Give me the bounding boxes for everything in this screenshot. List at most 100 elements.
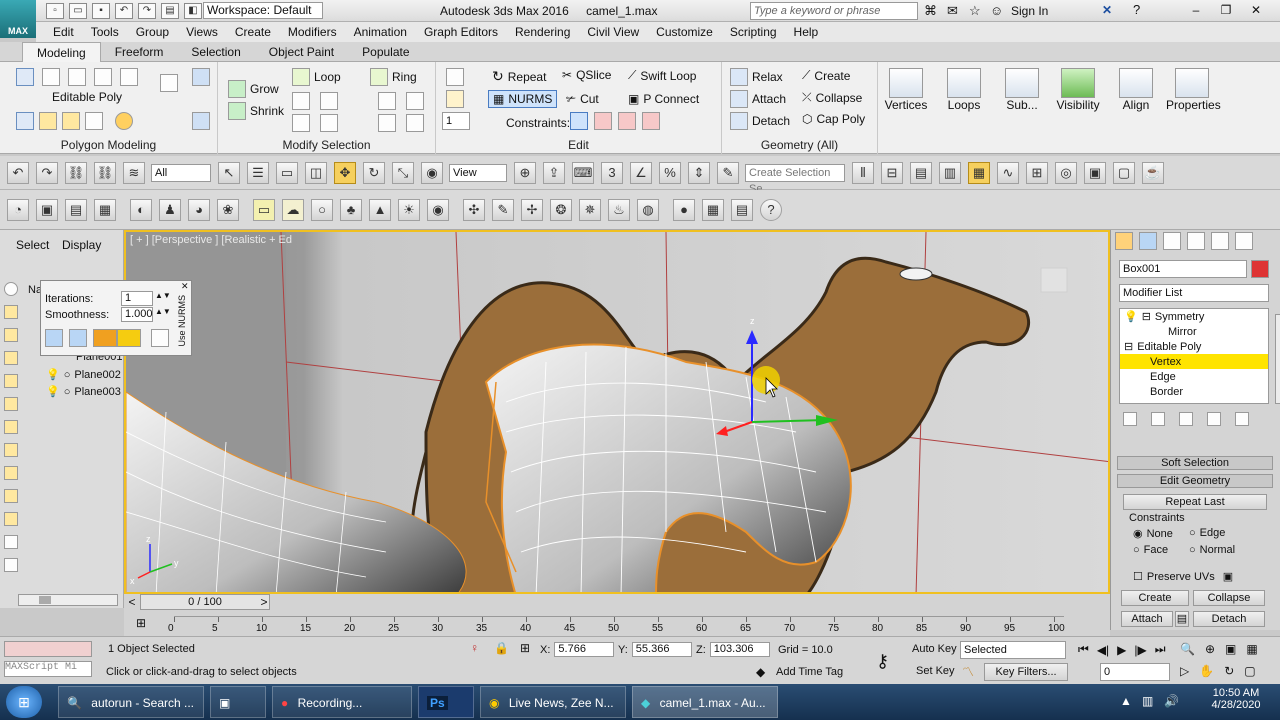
restore-icon[interactable]: ❐	[1215, 2, 1237, 18]
explorer-tab-select[interactable]: Select	[16, 238, 49, 252]
display-none-icon[interactable]	[4, 282, 18, 296]
swift-loop-button[interactable]: ⟋ Swift Loop	[628, 68, 696, 83]
toggle-scene-explorer-icon[interactable]: ▤	[910, 161, 932, 184]
panel-title-edit[interactable]: Edit	[436, 138, 721, 152]
edit-spinner[interactable]: 1	[442, 112, 470, 130]
loops-button[interactable]: Loops	[938, 68, 990, 112]
camera-icon[interactable]: ◔	[7, 198, 29, 221]
collapse-button[interactable]: ⤫ Collapse	[802, 90, 862, 105]
menu-group[interactable]: Group	[136, 25, 169, 39]
constraint-none-icon[interactable]	[570, 112, 588, 130]
utilities-tab-icon[interactable]	[1235, 232, 1253, 250]
save-icon[interactable]: ▪	[92, 3, 110, 19]
favorites-icon[interactable]: ☆	[969, 3, 981, 19]
display-bones-icon[interactable]	[4, 489, 18, 503]
rendered-frame-icon[interactable]: ▢	[1113, 161, 1135, 184]
named-selection-set-dropdown[interactable]: Create Selection Se	[745, 163, 845, 195]
shrink-ring-icon[interactable]	[406, 92, 424, 110]
viewport-scene[interactable]: z z y x	[126, 232, 1110, 594]
previous-frame-icon[interactable]: ◀|	[1097, 643, 1109, 657]
bulb-icon[interactable]: 💡	[1124, 310, 1138, 323]
vertices-button[interactable]: Vertices	[880, 68, 932, 112]
keyboard-shortcut-icon[interactable]: ⌨	[572, 161, 594, 184]
rectangular-selection-icon[interactable]: ▭	[276, 161, 298, 184]
hold-icon[interactable]: ◧	[184, 3, 202, 19]
display-lights-icon[interactable]	[4, 351, 18, 365]
shrink-button[interactable]: Shrink	[228, 102, 284, 120]
key-filters-button[interactable]: Key Filters...	[984, 663, 1068, 681]
workspace-dropdown[interactable]: Workspace: Default	[203, 2, 323, 19]
select-object-icon[interactable]: ↖	[218, 161, 240, 184]
loop-mode-icon[interactable]	[292, 114, 310, 132]
constraint-face-icon[interactable]	[618, 112, 636, 130]
stack-item-vertex[interactable]: Vertex	[1120, 354, 1268, 369]
nurms-button[interactable]: ▦ NURMS	[488, 90, 558, 108]
caddy-color2-swatch[interactable]	[117, 329, 141, 347]
display-tab-icon[interactable]	[1211, 232, 1229, 250]
close-icon[interactable]: ✕	[1245, 2, 1267, 18]
figure-icon[interactable]: ♟	[159, 198, 181, 221]
ball-icon[interactable]: ●	[673, 198, 695, 221]
list-item[interactable]: 💡 ○ Plane003	[46, 385, 121, 399]
film-icon[interactable]: ▦	[94, 198, 116, 221]
properties-button[interactable]: Properties	[1166, 68, 1221, 112]
qslice-button[interactable]: ✂ QSlice	[562, 68, 611, 82]
polygon-mode-icon[interactable]	[94, 68, 112, 86]
render-setup-icon[interactable]: ▣	[1084, 161, 1106, 184]
task-chrome[interactable]: ◉ Live News, Zee N...	[480, 686, 626, 718]
go-to-start-icon[interactable]: ⏮	[1078, 642, 1089, 657]
communication-icon[interactable]: ✉	[947, 3, 958, 19]
menu-tools[interactable]: Tools	[91, 25, 119, 39]
detach-button[interactable]: Detach	[730, 112, 790, 130]
spinner-snap-icon[interactable]: ⇕	[688, 161, 710, 184]
application-button[interactable]: MAX	[0, 0, 36, 38]
coord-z-field[interactable]: 103.306	[709, 642, 770, 657]
render-production-icon[interactable]: ☕	[1142, 161, 1164, 184]
constraint-edge-icon[interactable]	[594, 112, 612, 130]
task-photoshop[interactable]: Ps	[418, 686, 474, 718]
sun-icon[interactable]: ☀	[398, 198, 420, 221]
cut-button[interactable]: ✃ Cut	[566, 92, 599, 106]
isolate-icon[interactable]: ♀	[470, 641, 479, 655]
caddy-color1-swatch[interactable]	[93, 329, 117, 347]
zoom-icon[interactable]: 🔍	[1180, 642, 1195, 656]
menu-create[interactable]: Create	[235, 25, 271, 39]
stack-item-border[interactable]: Border	[1120, 384, 1268, 399]
bind-space-warp-icon[interactable]: ≋	[123, 161, 145, 184]
maxscript-listener[interactable]	[4, 641, 92, 657]
object-name-field[interactable]: Box001	[1119, 260, 1247, 278]
prev-frame-icon[interactable]: <	[124, 594, 140, 610]
align-icon[interactable]: ⊟	[881, 161, 903, 184]
cap-poly-button[interactable]: ⬡ Cap Poly	[802, 112, 865, 126]
project-folder-icon[interactable]: ▤	[161, 3, 179, 19]
ring-button[interactable]: Ring	[370, 68, 417, 86]
material-editor-icon[interactable]: ◎	[1055, 161, 1077, 184]
constraint-normal-icon[interactable]	[642, 112, 660, 130]
dotloop-icon[interactable]	[320, 114, 338, 132]
relax-button[interactable]: Relax	[730, 68, 783, 86]
sky-icon[interactable]: ◉	[427, 198, 449, 221]
lock-icon[interactable]: 🔒	[494, 641, 509, 655]
display-xrefs-icon[interactable]	[4, 466, 18, 480]
menu-animation[interactable]: Animation	[354, 25, 407, 39]
attach-button[interactable]: Attach	[730, 90, 786, 108]
key-icon[interactable]: ⚷	[876, 651, 889, 672]
search-input[interactable]: Type a keyword or phrase	[750, 2, 918, 20]
task-3dsmax[interactable]: ◆ camel_1.max - Au...	[632, 686, 778, 718]
tab-populate[interactable]: Populate	[348, 42, 423, 62]
curve-editor-icon[interactable]: ∿	[997, 161, 1019, 184]
percent-snap-icon[interactable]: %	[659, 161, 681, 184]
tray-arrow-icon[interactable]: ▲	[1120, 694, 1132, 708]
zoom-extents-all-icon[interactable]: ▦	[1246, 642, 1257, 656]
zoom-all-icon[interactable]: ⊕	[1205, 642, 1215, 656]
remove-modifier-icon[interactable]	[1207, 412, 1221, 426]
display-shapes-icon[interactable]	[4, 328, 18, 342]
modify-tab-icon[interactable]	[1139, 232, 1157, 250]
minimize-icon[interactable]: –	[1185, 2, 1207, 18]
smoothness-spinner[interactable]: ▲▼	[155, 307, 171, 316]
create-button[interactable]: ⟋ Create	[802, 68, 850, 83]
display-cameras-icon[interactable]	[4, 374, 18, 388]
time-slider[interactable]: 0 / 100	[140, 594, 270, 610]
hierarchy-tab-icon[interactable]	[1163, 232, 1181, 250]
tab-modeling[interactable]: Modeling	[22, 41, 101, 62]
